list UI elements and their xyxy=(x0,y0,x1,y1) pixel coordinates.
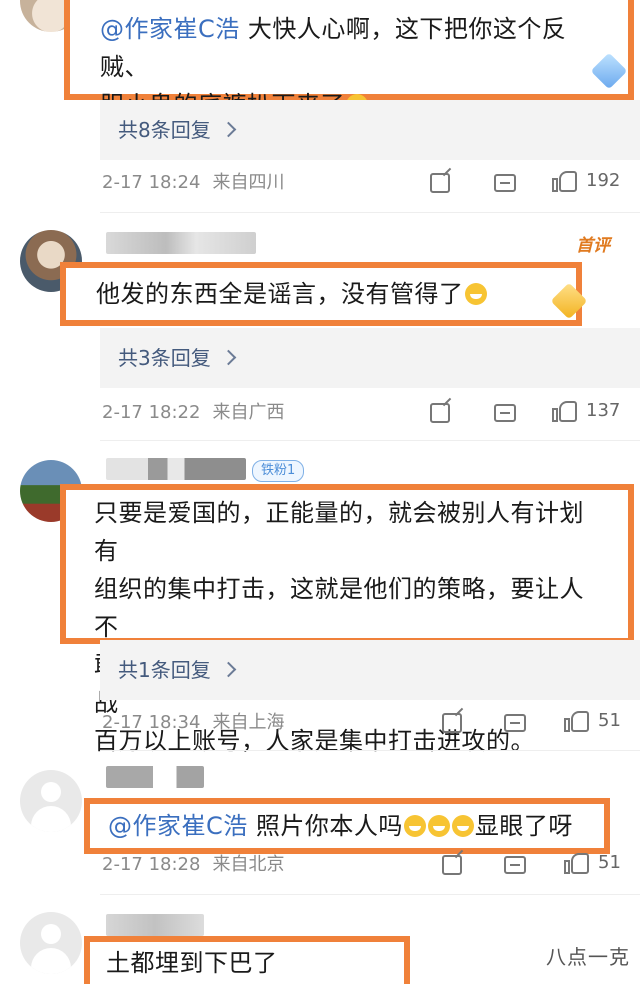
like-count: 192 xyxy=(586,170,621,191)
like-count: 51 xyxy=(598,710,621,731)
divider xyxy=(100,440,640,441)
share-icon xyxy=(430,173,450,193)
watermark: 八点一克 xyxy=(546,945,630,969)
avatar[interactable] xyxy=(20,912,82,974)
comment-meta: 2-17 18:24 来自四川 xyxy=(102,168,284,198)
chevron-right-icon xyxy=(220,121,237,138)
share-button[interactable] xyxy=(430,168,450,198)
comment-text: 照片你本人吗 xyxy=(247,812,403,840)
comment-text: 只要是爱国的，正能量的，就会被别人有计划有 xyxy=(94,499,584,565)
laughing-emoji-icon xyxy=(451,815,474,837)
like-count: 51 xyxy=(598,852,621,873)
like-button[interactable]: 51 xyxy=(564,706,621,736)
thumbs-up-icon xyxy=(564,851,590,875)
share-icon xyxy=(442,855,462,875)
like-button[interactable]: 51 xyxy=(564,848,621,878)
username-redacted xyxy=(106,914,204,936)
thumbs-up-icon xyxy=(552,169,578,193)
like-count: 137 xyxy=(586,400,621,421)
comment-button[interactable] xyxy=(494,398,516,428)
view-replies-button[interactable]: 共1条回复 xyxy=(100,640,640,700)
share-button[interactable] xyxy=(442,850,462,880)
share-icon xyxy=(442,713,462,733)
comment-time: 2-17 18:22 xyxy=(102,402,201,423)
comment-time: 2-17 18:28 xyxy=(102,854,201,875)
comment-button[interactable] xyxy=(504,708,526,738)
replies-count: 共1条回复 xyxy=(118,658,211,682)
view-replies-button[interactable]: 共8条回复 xyxy=(100,100,640,160)
fan-badge: 铁粉1 xyxy=(252,460,305,482)
comment-button[interactable] xyxy=(504,850,526,880)
comment-meta: 2-17 18:22 来自广西 xyxy=(102,398,284,428)
share-button[interactable] xyxy=(442,708,462,738)
comment-icon xyxy=(504,856,526,874)
first-comment-badge: 首评 xyxy=(576,236,610,256)
laughing-emoji-icon xyxy=(464,283,487,305)
divider xyxy=(100,894,640,895)
username-redacted xyxy=(106,458,246,480)
comment-location: 来自广西 xyxy=(212,402,285,423)
mention-link[interactable]: @作家崔C浩 xyxy=(108,812,248,840)
thumbs-up-icon xyxy=(564,709,590,733)
divider xyxy=(100,212,640,213)
comment-time: 2-17 18:24 xyxy=(102,172,201,193)
comment-text-box: 只要是爱国的，正能量的，就会被别人有计划有 组织的集中打击，这就是他们的策略，要… xyxy=(60,484,634,755)
comment-meta: 2-17 18:28 来自北京 xyxy=(102,850,284,880)
avatar[interactable] xyxy=(20,770,82,832)
comment-location: 来自四川 xyxy=(212,172,285,193)
comment-button[interactable] xyxy=(494,168,516,198)
comment-location: 来自上海 xyxy=(212,712,285,733)
replies-count: 共8条回复 xyxy=(118,118,211,142)
comment-text-box: @作家崔C浩 照片你本人吗 显眼了呀 xyxy=(84,798,610,854)
chevron-right-icon xyxy=(220,661,237,678)
divider xyxy=(100,750,640,751)
comment-icon xyxy=(504,714,526,732)
username-redacted xyxy=(106,766,204,788)
laughing-emoji-icon xyxy=(427,815,450,837)
comment-time: 2-17 18:34 xyxy=(102,712,201,733)
comment-text: 显眼了呀 xyxy=(474,812,573,840)
comment-location: 来自北京 xyxy=(212,854,285,875)
like-button[interactable]: 137 xyxy=(552,396,620,426)
comment-text-box: @作家崔C浩 大快人心啊，这下把你这个反贼、 胆小鬼的底裤扒下来了 xyxy=(64,0,634,119)
comment-text-box: 土都埋到下巴了 xyxy=(84,936,410,984)
comment-text: 他发的东西全是谣言，没有管得了 xyxy=(96,280,464,308)
like-button[interactable]: 192 xyxy=(552,166,620,196)
chevron-right-icon xyxy=(220,349,237,366)
replies-count: 共3条回复 xyxy=(118,346,211,370)
comment-text: 组织的集中打击，这就是他们的策略，要让人不 xyxy=(94,575,584,641)
share-icon xyxy=(430,403,450,423)
username-redacted xyxy=(106,232,256,254)
mention-link[interactable]: @作家崔C浩 xyxy=(100,15,240,43)
comment-icon xyxy=(494,404,516,422)
view-replies-button[interactable]: 共3条回复 xyxy=(100,328,640,388)
share-button[interactable] xyxy=(430,398,450,428)
comment-text: 土都埋到下巴了 xyxy=(106,949,278,977)
laughing-emoji-icon xyxy=(403,815,426,837)
comment-icon xyxy=(494,174,516,192)
comment-text-box: 他发的东西全是谣言，没有管得了 xyxy=(60,262,582,326)
comment-feed: @作家崔C浩 大快人心啊，这下把你这个反贼、 胆小鬼的底裤扒下来了 共8条回复 … xyxy=(0,0,640,984)
thumbs-up-icon xyxy=(552,399,578,423)
comment-meta: 2-17 18:34 来自上海 xyxy=(102,708,284,738)
